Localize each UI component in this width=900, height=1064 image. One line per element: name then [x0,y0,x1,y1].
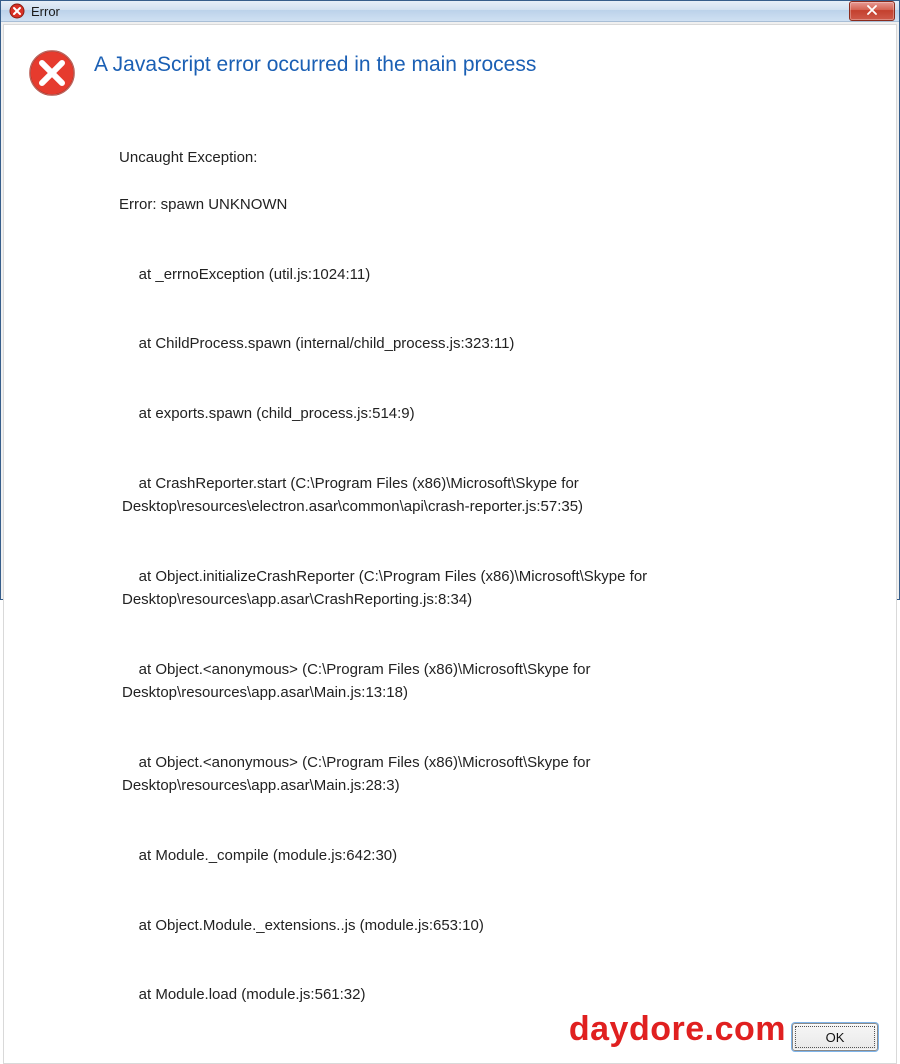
error-line: at ChildProcess.spawn (internal/child_pr… [94,332,872,355]
error-icon [28,49,76,97]
dialog-content: A JavaScript error occurred in the main … [3,24,897,1064]
error-title-icon [9,3,25,19]
button-row: OK [792,1023,878,1051]
error-line: at Object.<anonymous> (C:\Program Files … [94,751,872,798]
close-button[interactable] [849,1,895,21]
error-line: at Module._compile (module.js:642:30) [94,844,872,867]
watermark-text: daydore.com [569,1010,786,1049]
error-line: at Object.Module._extensions..js (module… [94,914,872,937]
error-line: at CrashReporter.start (C:\Program Files… [94,472,872,519]
error-line: at exports.spawn (child_process.js:514:9… [94,402,872,425]
error-line: at _errnoException (util.js:1024:11) [94,263,872,286]
dialog-heading: A JavaScript error occurred in the main … [94,43,536,78]
close-icon [866,2,878,20]
error-line: Error: spawn UNKNOWN [119,196,287,213]
error-line: Uncaught Exception: [119,149,257,166]
titlebar: Error [1,1,899,22]
error-line: at Module.load (module.js:561:32) [94,983,872,1006]
ok-button[interactable]: OK [792,1023,878,1051]
error-line: at Object.<anonymous> (C:\Program Files … [94,658,872,705]
header-row: A JavaScript error occurred in the main … [28,43,872,97]
window-title: Error [31,4,849,19]
error-body: Uncaught Exception: Error: spawn UNKNOWN… [94,123,872,1053]
error-dialog: Error A JavaScript error occurred in the… [0,0,900,600]
error-line: at Object.initializeCrashReporter (C:\Pr… [94,565,872,612]
